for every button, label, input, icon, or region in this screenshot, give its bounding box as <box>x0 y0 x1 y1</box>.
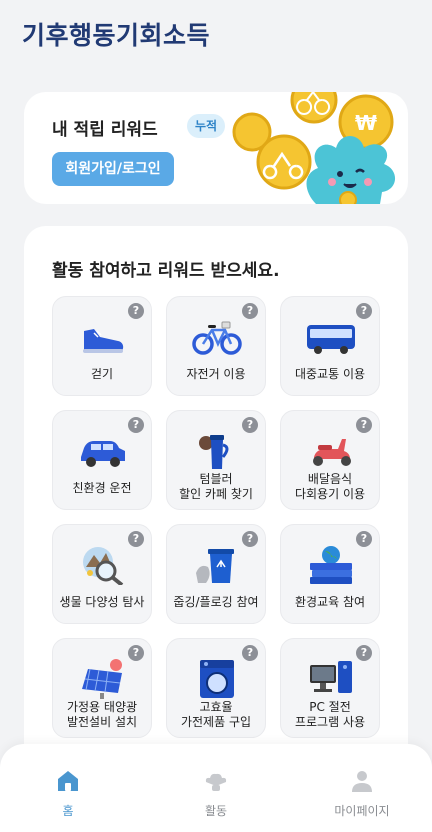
activity-tumbler-cafe[interactable]: ? 텀블러 할인 카페 찾기 <box>166 410 266 510</box>
help-icon[interactable]: ? <box>128 303 144 319</box>
activity-env-education[interactable]: ? 환경교육 참여 <box>280 524 380 624</box>
help-icon[interactable]: ? <box>242 417 258 433</box>
activities-title: 활동 참여하고 리워드 받으세요. <box>52 261 280 281</box>
activity-icon <box>205 773 227 791</box>
activity-label: PC 절전 프로그램 사용 <box>294 700 366 729</box>
tab-home[interactable]: 홈 <box>18 768 118 819</box>
activity-label: 대중교통 이용 <box>294 367 366 381</box>
washing-machine-icon <box>200 660 234 698</box>
recycle-bin-icon <box>196 549 234 583</box>
help-icon[interactable]: ? <box>128 531 144 547</box>
activity-delivery-container[interactable]: ? 배달음식 다회용기 이용 <box>280 410 380 510</box>
help-icon[interactable]: ? <box>242 531 258 547</box>
home-icon <box>58 771 78 791</box>
activities-card: 활동 참여하고 리워드 받으세요. ? 걷기 ? 자전거 이용 ? 대중교통 이… <box>24 226 408 786</box>
tab-label: 활동 <box>204 804 228 818</box>
help-icon[interactable]: ? <box>356 303 372 319</box>
activity-walking[interactable]: ? 걷기 <box>52 296 152 396</box>
reward-title: 내 적립 리워드 <box>52 120 158 140</box>
help-icon[interactable]: ? <box>128 417 144 433</box>
solar-panel-icon <box>82 659 122 699</box>
tumbler-icon <box>199 435 229 469</box>
activity-label: 줍깅/플로깅 참여 <box>173 595 259 609</box>
activity-label: 생물 다양성 탐사 <box>59 595 145 609</box>
app-logo: 기후행동기회소득 <box>22 21 211 50</box>
bicycle-icon <box>192 321 242 355</box>
activity-efficient-appliance[interactable]: ? 고효율 가전제품 구입 <box>166 638 266 738</box>
help-icon[interactable]: ? <box>242 303 258 319</box>
magnifier-globe-icon <box>83 547 124 585</box>
activity-label: 텀블러 할인 카페 찾기 <box>179 472 253 501</box>
signup-login-button[interactable]: 회원가입/로그인 <box>52 152 174 186</box>
tab-activity[interactable]: 활동 <box>166 768 266 819</box>
tab-label: 마이페이지 <box>334 804 390 818</box>
mascot-coins-illustration: ₩ <box>232 92 396 204</box>
computer-icon <box>310 661 352 693</box>
person-icon <box>352 771 372 792</box>
activity-pc-power-saving[interactable]: ? PC 절전 프로그램 사용 <box>280 638 380 738</box>
tab-label: 홈 <box>62 804 74 818</box>
car-icon <box>81 441 125 467</box>
help-icon[interactable]: ? <box>356 417 372 433</box>
activity-label: 자전거 이용 <box>186 367 246 381</box>
activity-eco-driving[interactable]: ? 친환경 운전 <box>52 410 152 510</box>
activity-home-solar[interactable]: ? 가정용 태양광 발전설비 설치 <box>52 638 152 738</box>
bottom-tab-bar: 홈 활동 마이페이지 <box>0 744 432 832</box>
help-icon[interactable]: ? <box>356 531 372 547</box>
activity-label: 걷기 <box>90 367 114 381</box>
activity-label: 고효율 가전제품 구입 <box>180 700 252 729</box>
help-icon[interactable]: ? <box>242 645 258 661</box>
activity-label: 환경교육 참여 <box>294 595 366 609</box>
activity-biodiversity[interactable]: ? 생물 다양성 탐사 <box>52 524 152 624</box>
activity-bicycle[interactable]: ? 자전거 이용 <box>166 296 266 396</box>
reward-card: 내 적립 리워드 누적 회원가입/로그인 ₩ <box>24 92 408 204</box>
activity-plogging[interactable]: ? 줍깅/플로깅 참여 <box>166 524 266 624</box>
scooter-icon <box>313 439 351 466</box>
activity-label: 배달음식 다회용기 이용 <box>294 472 366 501</box>
books-globe-icon <box>310 546 352 584</box>
activity-label: 친환경 운전 <box>72 481 132 495</box>
svg-text:₩: ₩ <box>355 111 377 135</box>
help-icon[interactable]: ? <box>128 645 144 661</box>
bus-icon <box>307 325 355 354</box>
activity-public-transport[interactable]: ? 대중교통 이용 <box>280 296 380 396</box>
activity-label: 가정용 태양광 발전설비 설치 <box>66 700 138 729</box>
tab-mypage[interactable]: 마이페이지 <box>312 768 412 819</box>
shoe-icon <box>83 329 124 353</box>
help-icon[interactable]: ? <box>356 645 372 661</box>
